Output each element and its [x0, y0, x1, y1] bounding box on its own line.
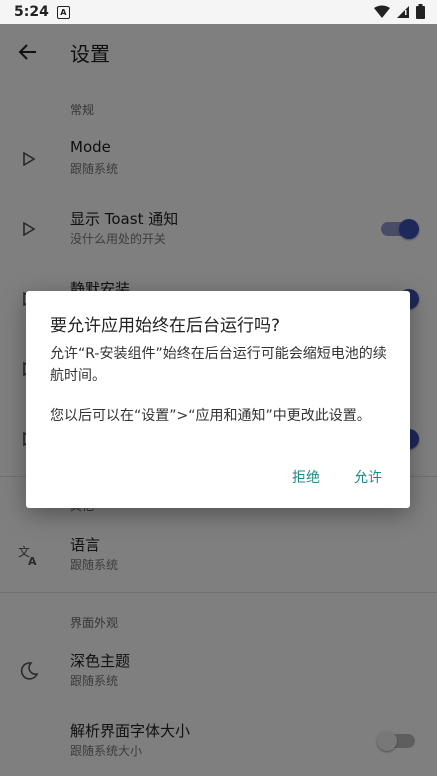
dialog-message-hint: 您以后可以在“设置”>“应用和通知”中更改此设置。 — [50, 408, 371, 424]
battery-icon — [416, 4, 425, 19]
allow-button[interactable]: 允许 — [354, 467, 382, 487]
battery-optimization-dialog: 要允许应用始终在后台运行吗? 允许“R-安装组件”始终在后台运行可能会缩短电池的… — [26, 291, 410, 508]
status-icons — [374, 4, 425, 19]
dialog-title: 要允许应用始终在后台运行吗? — [50, 316, 281, 336]
wifi-icon — [374, 5, 390, 18]
deny-button[interactable]: 拒绝 — [292, 467, 320, 487]
signal-icon — [397, 5, 409, 18]
status-bar: 5:24 A — [0, 0, 437, 24]
status-time: 5:24 — [14, 4, 49, 20]
notification-icon: A — [56, 5, 70, 19]
dialog-message: 允许“R-安装组件”始终在后台运行可能会缩短电池的续航时间。 — [50, 346, 387, 384]
